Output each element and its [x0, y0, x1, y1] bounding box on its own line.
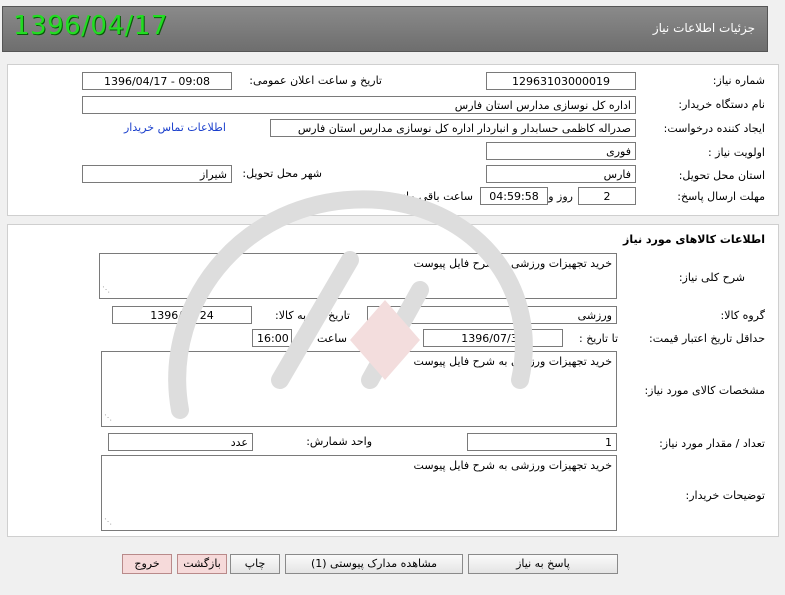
goods-section-title: اطلاعات کالاهای مورد نیاز — [623, 233, 765, 246]
need-number-label: شماره نیاز: — [712, 74, 765, 87]
specs-textarea[interactable]: خرید تجهیزات ورزشی به شرح فایل پیوست ⋰ — [101, 351, 617, 427]
need-date-label: تاریخ نیاز به کالا: — [275, 309, 350, 322]
general-desc-text: خرید تجهیزات ورزشی به شرح فایل پیوست — [413, 257, 612, 270]
group-field: ورزشی — [367, 306, 617, 324]
page-header: 1396/04/17 جزئیات اطلاعات نیاز — [2, 6, 768, 52]
province-field: فارس — [486, 165, 636, 183]
until-date-field: 1396/07/30 — [423, 329, 563, 347]
resize-grip-icon[interactable]: ⋰ — [102, 282, 110, 297]
reply-button[interactable]: پاسخ به نیاز — [468, 554, 618, 574]
exit-button[interactable]: خروج — [122, 554, 172, 574]
group-label: گروه کالا: — [720, 309, 765, 322]
need-number-field: 1296310300001​9 — [486, 72, 636, 90]
creator-field: صدراله کاظمی حسابدار و انباردار اداره کل… — [270, 119, 636, 137]
qty-label: تعداد / مقدار مورد نیاز: — [659, 437, 765, 450]
contact-info-link[interactable]: اطلاعات تماس خریدار — [124, 121, 226, 134]
header-date: 1396/04/17 — [13, 11, 168, 41]
until-date-label: تا تاریخ : — [579, 332, 618, 345]
resize-grip-icon[interactable]: ⋰ — [104, 514, 112, 529]
header-title: جزئیات اطلاعات نیاز — [652, 21, 755, 35]
remaining-label: ساعت باقی مانده — [391, 190, 473, 203]
announce-label: تاریخ و ساعت اعلان عمومی: — [249, 74, 382, 87]
hour-field: 16:00 — [252, 329, 292, 347]
days-label: روز و — [548, 190, 573, 203]
qty-field: 1 — [467, 433, 617, 451]
creator-label: ایجاد کننده درخواست: — [663, 122, 765, 135]
validity-label: حداقل تاریخ اعتبار قیمت: — [649, 332, 765, 345]
city-field: شیراز — [82, 165, 232, 183]
deadline-label: مهلت ارسال پاسخ: — [677, 190, 765, 203]
priority-field: فوری — [486, 142, 636, 160]
back-button[interactable]: بازگشت — [177, 554, 227, 574]
time-remaining-field: 04:59:58 — [480, 187, 548, 205]
buyer-notes-textarea[interactable]: خرید تجهیزات ورزشی به شرح فایل پیوست ⋰ — [101, 455, 617, 531]
buyer-notes-text: خرید تجهیزات ورزشی به شرح فایل پیوست — [413, 459, 612, 472]
buyer-label: نام دستگاه خریدار: — [678, 98, 765, 111]
general-desc-label: شرح کلی نیاز: — [678, 271, 745, 284]
hour-label: ساعت : — [309, 332, 347, 345]
need-date-field: 1396/04/24 — [112, 306, 252, 324]
specs-text: خرید تجهیزات ورزشی به شرح فایل پیوست — [413, 355, 612, 368]
attachments-button[interactable]: مشاهده مدارک پیوستی (1) — [285, 554, 463, 574]
resize-grip-icon[interactable]: ⋰ — [104, 410, 112, 425]
general-desc-textarea[interactable]: خرید تجهیزات ورزشی به شرح فایل پیوست ⋰ — [99, 253, 617, 299]
province-label: استان محل تحویل: — [678, 169, 765, 182]
unit-field: عدد — [108, 433, 253, 451]
priority-label: اولویت نیاز : — [707, 146, 765, 159]
unit-label: واحد شمارش: — [306, 435, 372, 448]
city-label: شهر محل تحویل: — [242, 167, 322, 180]
specs-label: مشخصات کالای مورد نیاز: — [644, 384, 765, 397]
announce-field: 1396/04/17 - 09:08 — [82, 72, 232, 90]
print-button[interactable]: چاپ — [230, 554, 280, 574]
days-field: 2 — [578, 187, 636, 205]
buyer-notes-label: توضیحات خریدار: — [685, 489, 766, 502]
buyer-field: اداره کل نوسازی مدارس استان فارس — [82, 96, 636, 114]
